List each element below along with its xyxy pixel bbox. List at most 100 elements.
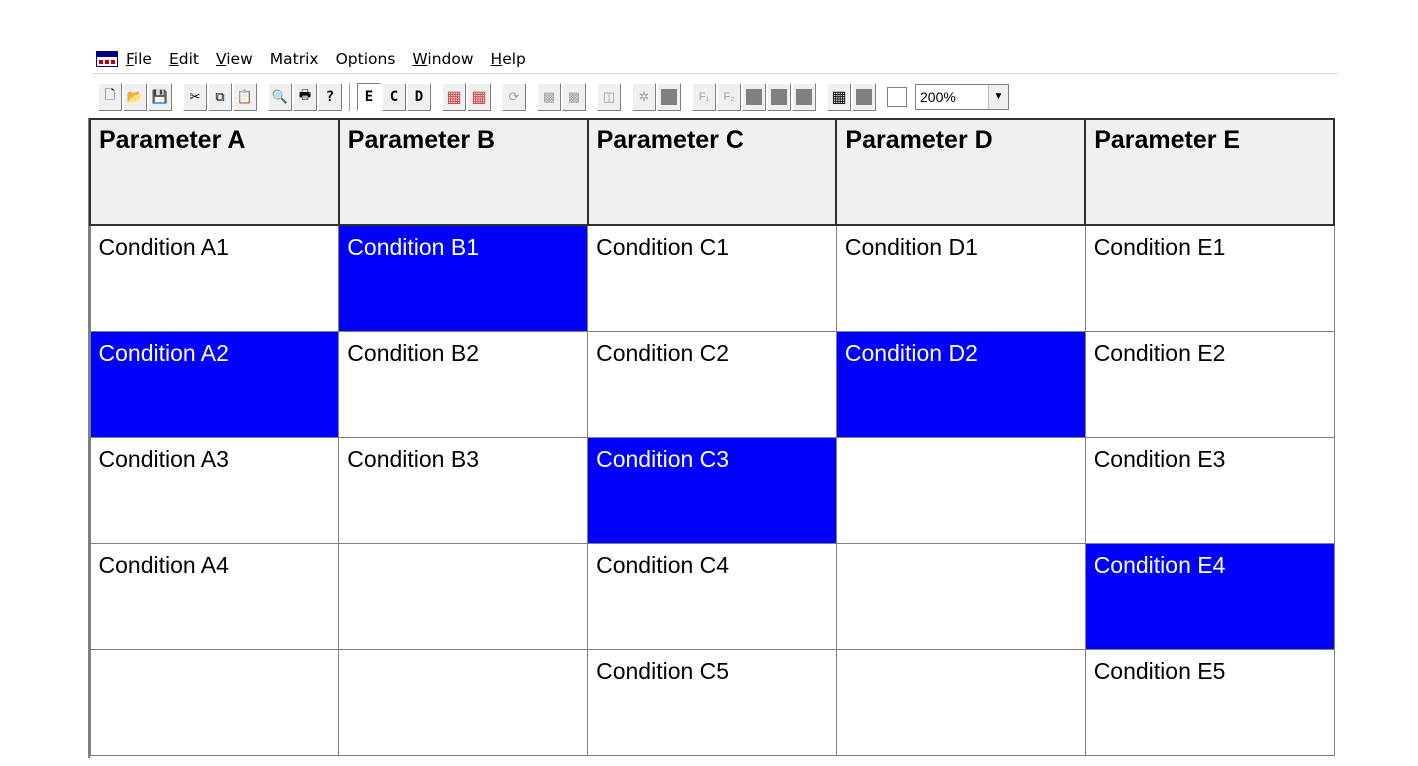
mode-c-button[interactable]: C xyxy=(382,82,406,111)
column-header[interactable]: Parameter C xyxy=(586,118,838,226)
matrix-cell[interactable]: Condition C5 xyxy=(587,648,837,756)
open-file-button[interactable]: 📂 xyxy=(123,82,147,111)
matrix-cell[interactable]: Condition B3 xyxy=(338,436,589,544)
matrix-cell[interactable] xyxy=(338,542,589,650)
printer-icon: 🖶 xyxy=(298,86,312,102)
print-preview-button[interactable]: 🔍 xyxy=(268,82,292,111)
matrix-cell[interactable]: Condition D1 xyxy=(835,224,1086,332)
gray-block-icon xyxy=(771,88,787,105)
f2-icon: F₂ xyxy=(723,90,735,103)
new-file-icon: 🗋 xyxy=(104,86,116,102)
matrix-cell[interactable]: Condition E2 xyxy=(1084,330,1335,438)
chevron-down-icon[interactable]: ▼ xyxy=(988,84,1008,109)
table-row: Condition A3 Condition B3 Condition C3 Cond… xyxy=(89,436,1335,544)
print-button[interactable]: 🖶 xyxy=(293,82,317,111)
matrix-cell[interactable]: Condition C4 xyxy=(587,542,837,650)
asterisk-icon: ✲ xyxy=(638,88,650,104)
grid-pattern-icon: ▩ xyxy=(542,88,556,104)
matrix-cell[interactable] xyxy=(338,648,589,756)
menu-bar: File Edit View Matrix Options Window Hel… xyxy=(92,46,1338,72)
matrix-cell[interactable]: Condition C1 xyxy=(587,224,837,332)
table-row: Condition A1 Condition B1 Condition C1 Cond… xyxy=(89,224,1335,332)
column-header[interactable]: Parameter D xyxy=(835,118,1087,226)
column-header[interactable]: Parameter A xyxy=(89,118,340,226)
new-file-button[interactable]: 🗋 xyxy=(98,82,122,111)
red-grid-icon: ▦ xyxy=(446,88,462,106)
matrix-cell[interactable]: Condition B2 xyxy=(338,330,589,438)
paste-button[interactable]: 📋 xyxy=(233,82,257,111)
magnifier-icon: 🔍 xyxy=(271,88,289,104)
header-row: Parameter A Parameter B Parameter C Para… xyxy=(89,118,1335,226)
open-folder-icon: 📂 xyxy=(126,88,144,104)
gray-block-icon xyxy=(746,88,762,105)
menu-edit[interactable]: Edit xyxy=(169,50,199,68)
matrix-cell[interactable]: Condition E5 xyxy=(1084,648,1335,756)
grid-b-button[interactable]: ▩ xyxy=(562,82,586,111)
copy-icon: ⧉ xyxy=(215,88,225,104)
mode-e-button[interactable]: E xyxy=(357,82,381,111)
mode-d-button[interactable]: D xyxy=(407,82,431,111)
gray-block-button-3[interactable] xyxy=(767,82,791,111)
toolbar-divider xyxy=(349,82,351,111)
copy-button[interactable]: ⧉ xyxy=(208,82,232,111)
table-row: Condition A2 Condition B2 Condition C2 Cond… xyxy=(89,330,1335,438)
menu-matrix[interactable]: Matrix xyxy=(270,50,319,68)
matrix-cell[interactable]: Condition A3 xyxy=(89,436,340,544)
menu-file[interactable]: File xyxy=(126,50,152,68)
insert-table-alt-button[interactable]: ▦ xyxy=(467,82,491,111)
f1-button[interactable]: F₁ xyxy=(692,82,716,111)
save-file-button[interactable]: 💾 xyxy=(148,82,172,111)
app-icon[interactable] xyxy=(96,51,118,67)
column-header[interactable]: Parameter B xyxy=(337,118,589,226)
single-cell-button[interactable]: ◫ xyxy=(597,82,621,111)
zoom-select[interactable]: 200% ▼ xyxy=(915,83,1009,110)
single-cell-icon: ◫ xyxy=(602,88,616,104)
matrix-cell[interactable] xyxy=(835,542,1086,650)
toggle-checkbox[interactable] xyxy=(887,86,907,107)
matrix-cell[interactable]: Condition A1 xyxy=(89,224,340,332)
matrix-cell[interactable]: Condition B1 xyxy=(338,224,589,332)
menu-window[interactable]: Window xyxy=(412,50,473,68)
matrix-cell[interactable] xyxy=(835,648,1086,756)
f2-button[interactable]: F₂ xyxy=(717,82,741,111)
gray-block-icon xyxy=(796,88,812,105)
grid-icon: ▦ xyxy=(831,88,847,106)
matrix-cell[interactable]: Condition E4 xyxy=(1084,542,1335,650)
gray-block-button-1[interactable] xyxy=(657,82,681,111)
menu-view[interactable]: View xyxy=(216,50,253,68)
matrix-cell[interactable]: Condition C3 xyxy=(587,436,837,544)
grid-a-button[interactable]: ▩ xyxy=(537,82,561,111)
show-grid-button[interactable]: ▦ xyxy=(827,82,851,111)
column-header[interactable]: Parameter E xyxy=(1084,118,1335,226)
matrix-cell[interactable]: Condition A2 xyxy=(89,330,340,438)
cut-button[interactable]: ✂ xyxy=(183,82,207,111)
save-disk-icon: 💾 xyxy=(151,88,169,104)
menu-help[interactable]: Help xyxy=(491,50,526,68)
star-button[interactable]: ✲ xyxy=(632,82,656,111)
matrix-cell[interactable]: Condition E1 xyxy=(1084,224,1335,332)
refresh-button[interactable]: ⟳ xyxy=(502,82,526,111)
insert-table-button[interactable]: ▦ xyxy=(442,82,466,111)
red-grid-alt-icon: ▦ xyxy=(471,88,487,106)
refresh-icon: ⟳ xyxy=(508,88,520,104)
matrix-cell[interactable]: Condition A4 xyxy=(89,542,340,650)
matrix-cell[interactable]: Condition C2 xyxy=(587,330,837,438)
matrix-cell[interactable] xyxy=(835,436,1086,544)
gray-block-button-4[interactable] xyxy=(792,82,816,111)
matrix-cell[interactable] xyxy=(89,648,340,756)
gray-block-button-5[interactable] xyxy=(852,82,876,111)
matrix-cell[interactable]: Condition E3 xyxy=(1084,436,1335,544)
gray-block-icon xyxy=(856,88,872,105)
gray-block-icon xyxy=(661,88,677,105)
gray-block-button-2[interactable] xyxy=(742,82,766,111)
context-help-button[interactable]: ? xyxy=(318,82,342,111)
zoom-value: 200% xyxy=(920,88,956,105)
matrix-cell[interactable]: Condition D2 xyxy=(835,330,1086,438)
menu-options[interactable]: Options xyxy=(336,50,396,68)
scissors-icon: ✂ xyxy=(189,88,201,104)
